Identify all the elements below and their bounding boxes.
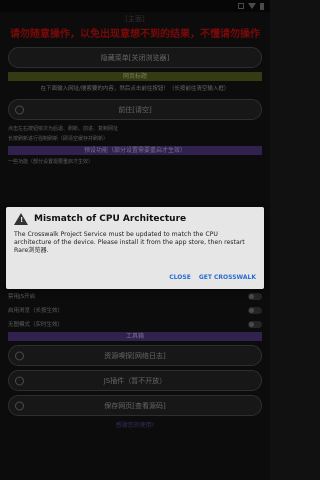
warning-icon: ! <box>14 213 28 225</box>
dialog-title: Mismatch of CPU Architecture <box>34 214 187 224</box>
dialog-header: ! Mismatch of CPU Architecture <box>14 213 256 225</box>
crosswalk-dialog: ! Mismatch of CPU Architecture The Cross… <box>6 207 264 289</box>
app-screen: [主面] 请勿随意操作，以免出现意想不到的结果，不懂请勿操作 隐藏菜单[关闭浏览… <box>0 0 270 480</box>
get-crosswalk-button[interactable]: GET CROSSWALK <box>199 274 256 281</box>
dialog-buttons: CLOSE GET CROSSWALK <box>169 274 256 281</box>
close-button[interactable]: CLOSE <box>169 274 191 281</box>
dialog-message: The Crosswalk Project Service must be up… <box>14 231 245 254</box>
